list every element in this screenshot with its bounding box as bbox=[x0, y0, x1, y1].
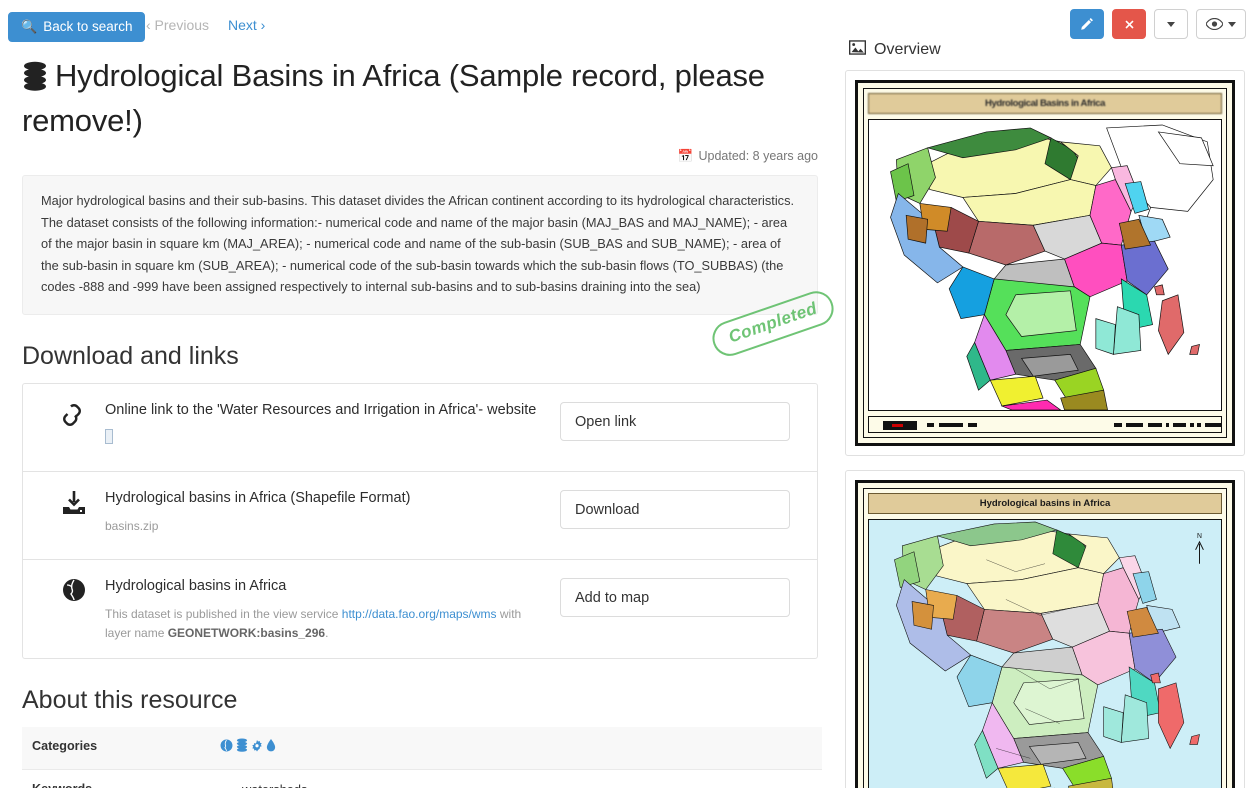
list-item[interactable]: Hydrological basins in Africa This datas… bbox=[23, 560, 817, 658]
delete-record-button[interactable] bbox=[1112, 9, 1146, 39]
abstract-container: Major hydrological basins and their sub-… bbox=[22, 175, 839, 361]
map-canvas: N bbox=[868, 519, 1222, 788]
globe-icon[interactable] bbox=[220, 739, 233, 757]
resource-subtext bbox=[105, 429, 544, 448]
gear-icon[interactable] bbox=[251, 739, 263, 757]
compass-north-label: N bbox=[1197, 533, 1202, 540]
list-item-body: Online link to the 'Water Resources and … bbox=[105, 400, 560, 448]
previous-record-link[interactable]: ‹ Previous bbox=[146, 17, 209, 33]
next-record-link[interactable]: Next › bbox=[228, 17, 265, 33]
resource-name: Online link to the 'Water Resources and … bbox=[105, 401, 537, 418]
overview-thumbnail-1[interactable]: Hydrological Basins in Africa bbox=[845, 70, 1245, 456]
back-to-search-button[interactable]: 🔍 Back to search bbox=[8, 12, 146, 42]
record-page: 🔍 Back to search ‹ Previous Next › Hydro… bbox=[0, 0, 1258, 788]
row-label-categories: Categories bbox=[32, 739, 98, 754]
record-actions bbox=[1070, 9, 1246, 39]
map-canvas bbox=[868, 119, 1222, 411]
table-row: Keywords watersheds river basins water r… bbox=[22, 770, 822, 788]
abstract-text: Major hydrological basins and their sub-… bbox=[22, 175, 818, 315]
africa-basins-map-detailed: N bbox=[894, 521, 1204, 788]
view-mode-dropdown[interactable] bbox=[1196, 9, 1246, 39]
updated-timestamp: 📅 Updated: 8 years ago bbox=[0, 149, 818, 164]
service-url-link[interactable]: http://data.fao.org/maps/wms bbox=[342, 607, 497, 621]
map-figure: Hydrological basins in Africa N bbox=[855, 480, 1235, 788]
overview-header: Overview bbox=[845, 40, 1245, 60]
downloads-heading: Download and links bbox=[22, 341, 239, 370]
database-icon bbox=[22, 61, 49, 101]
legend-swatch bbox=[883, 421, 917, 430]
service-note-end: . bbox=[325, 625, 329, 640]
add-to-map-button[interactable]: Add to map bbox=[560, 577, 790, 617]
search-icon: 🔍 bbox=[21, 19, 38, 34]
calendar-icon: 📅 bbox=[677, 149, 694, 164]
row-label-keywords: Keywords bbox=[22, 770, 220, 788]
row-value-keywords: watersheds river basins water resources … bbox=[220, 770, 822, 788]
resource-service-note: This dataset is published in the view se… bbox=[105, 605, 544, 642]
back-to-search-label: Back to search bbox=[43, 19, 133, 34]
map-figure: Hydrological Basins in Africa bbox=[855, 80, 1235, 446]
eye-icon bbox=[1206, 18, 1223, 30]
chevron-down-icon bbox=[1228, 21, 1236, 27]
more-actions-dropdown[interactable] bbox=[1154, 9, 1188, 39]
table-row: Categories bbox=[22, 727, 822, 770]
record-main-content: Hydrological Basins in Africa (Sample re… bbox=[0, 46, 840, 788]
list-item[interactable]: Hydrological basins in Africa (Shapefile… bbox=[23, 472, 817, 560]
downloads-list: Online link to the 'Water Resources and … bbox=[22, 382, 818, 660]
resource-filename: basins.zip bbox=[105, 519, 159, 534]
map-title: Hydrological Basins in Africa bbox=[868, 93, 1222, 114]
compass-rose bbox=[1195, 540, 1204, 564]
water-drop-icon[interactable] bbox=[266, 738, 276, 757]
africa-basins-map-coarse bbox=[890, 124, 1214, 410]
list-item: watersheds bbox=[242, 781, 812, 788]
category-icons bbox=[220, 738, 812, 757]
map-scalebar bbox=[868, 416, 1222, 433]
download-icon bbox=[43, 488, 105, 516]
record-title-text: Hydrological Basins in Africa (Sample re… bbox=[22, 58, 765, 138]
about-table: Categories • bbox=[22, 727, 822, 788]
pencil-icon bbox=[1081, 18, 1093, 30]
map-title: Hydrological basins in Africa bbox=[868, 493, 1222, 514]
keyword-list: watersheds river basins water resources … bbox=[220, 781, 812, 788]
edit-record-button[interactable] bbox=[1070, 9, 1104, 39]
overview-thumbnail-2[interactable]: Hydrological basins in Africa N bbox=[845, 470, 1245, 788]
list-item[interactable]: Online link to the 'Water Resources and … bbox=[23, 384, 817, 472]
layer-name: GEONETWORK:basins_296 bbox=[167, 625, 326, 640]
resource-name: Hydrological basins in Africa bbox=[105, 577, 287, 594]
download-button[interactable]: Download bbox=[560, 489, 790, 529]
overview-title: Overview bbox=[874, 41, 941, 58]
updated-text: Updated: 8 years ago bbox=[698, 149, 818, 164]
list-item-body: Hydrological basins in Africa (Shapefile… bbox=[105, 488, 560, 536]
overview-panel: Overview Hydrological Basins in Africa H… bbox=[845, 40, 1245, 788]
globe-icon bbox=[43, 576, 105, 602]
about-heading: About this resource bbox=[22, 686, 238, 715]
missing-glyph-icon bbox=[105, 429, 113, 445]
picture-icon bbox=[849, 40, 866, 60]
page-title: Hydrological Basins in Africa (Sample re… bbox=[22, 56, 818, 140]
service-note-prefix: This dataset is published in the view se… bbox=[105, 607, 342, 622]
chain-link-icon bbox=[43, 400, 105, 428]
open-link-button[interactable]: Open link bbox=[560, 401, 790, 441]
row-value-categories bbox=[220, 727, 822, 770]
close-x-icon bbox=[1124, 19, 1134, 29]
resource-name: Hydrological basins in Africa (Shapefile… bbox=[105, 489, 411, 506]
list-item-body: Hydrological basins in Africa This datas… bbox=[105, 576, 560, 642]
chevron-down-icon bbox=[1167, 21, 1175, 27]
database-icon[interactable] bbox=[236, 738, 248, 757]
